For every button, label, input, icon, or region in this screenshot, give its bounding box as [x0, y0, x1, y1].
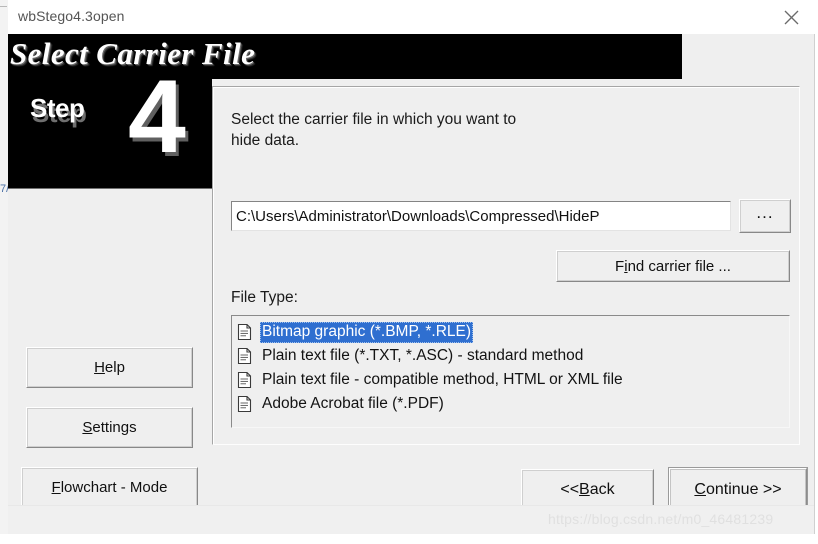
list-item[interactable]: Plain text file - compatible method, HTM…	[232, 368, 789, 392]
find-button-suffix: nd carrier file ...	[627, 257, 731, 275]
file-type-listbox[interactable]: Bitmap graphic (*.BMP, *.RLE) Plain text…	[231, 315, 790, 428]
settings-button-accel: S	[82, 419, 93, 436]
back-button-accel: B	[579, 481, 590, 498]
continue-button-accel: C	[694, 480, 706, 498]
banner: Select Carrier File	[8, 34, 682, 79]
list-item-label: Bitmap graphic (*.BMP, *.RLE)	[260, 321, 474, 343]
title-bar: wbStego4.3open	[8, 0, 818, 35]
banner-title: Select Carrier File	[10, 36, 256, 71]
window-title: wbStego4.3open	[18, 8, 125, 24]
close-icon	[784, 10, 798, 24]
list-item[interactable]: Plain text file (*.TXT, *.ASC) - standar…	[232, 344, 789, 368]
browse-button[interactable]: ...	[739, 199, 791, 233]
step-number: 4	[128, 79, 186, 175]
step-panel: Step 4	[8, 79, 212, 189]
document-icon	[237, 323, 252, 341]
list-item[interactable]: Adobe Acrobat file (*.PDF)	[232, 392, 789, 416]
help-button-rest: elp	[104, 359, 125, 376]
content-panel: Select the carrier file in which you wan…	[212, 86, 800, 445]
window-outer-edge	[0, 534, 818, 544]
app-window: 7/ wbStego4.3open Select Carrier File St…	[0, 0, 818, 544]
flowchart-button-accel: F	[51, 479, 61, 496]
back-button-prefix: <<	[560, 481, 580, 498]
instructions-text: Select the carrier file in which you wan…	[231, 111, 517, 149]
settings-button[interactable]: Settings	[26, 407, 193, 448]
flowchart-mode-button[interactable]: Flowchart - Mode	[21, 467, 198, 508]
document-icon	[237, 347, 252, 365]
list-item-label: Plain text file - compatible method, HTM…	[262, 370, 623, 388]
flowchart-button-rest: lowchart - Mode	[60, 479, 168, 496]
close-button[interactable]	[776, 3, 806, 31]
background-window-tick	[0, 6, 7, 7]
settings-button-rest: ettings	[92, 419, 137, 436]
help-button-accel: H	[94, 359, 105, 376]
carrier-path-input[interactable]: C:\Users\Administrator\Downloads\Compres…	[231, 201, 731, 231]
list-item[interactable]: Bitmap graphic (*.BMP, *.RLE)	[232, 320, 789, 344]
find-button-prefix: F	[615, 257, 625, 275]
list-item-label: Plain text file (*.TXT, *.ASC) - standar…	[262, 346, 584, 364]
find-carrier-file-button[interactable]: Fi nd carrier file ...	[556, 250, 790, 282]
dialog-body: Select Carrier File Step 4 Select the ca…	[8, 34, 815, 535]
document-icon	[237, 395, 252, 413]
watermark-text: https://blog.csdn.net/m0_46481239	[548, 511, 774, 527]
continue-button-rest: ontinue >>	[705, 480, 782, 498]
list-item-label: Adobe Acrobat file (*.PDF)	[262, 394, 444, 412]
back-button-rest: ack	[589, 481, 615, 498]
document-icon	[237, 371, 252, 389]
help-button[interactable]: Help	[26, 347, 193, 388]
step-label: Step	[30, 93, 85, 123]
file-type-label: File Type:	[231, 289, 298, 306]
